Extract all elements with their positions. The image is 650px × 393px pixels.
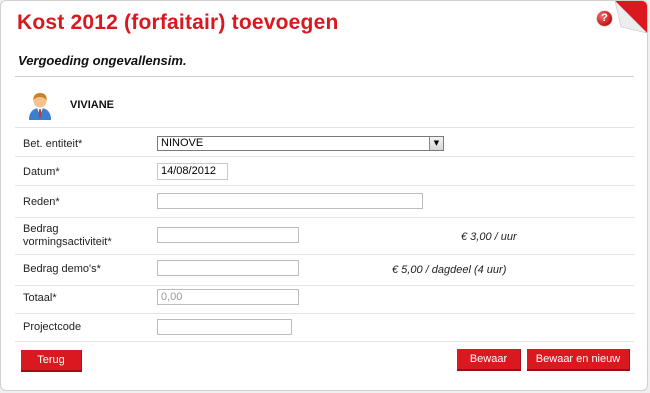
training-label-line2: vormingsactiviteit* bbox=[23, 236, 112, 248]
training-amount-field[interactable] bbox=[157, 227, 299, 243]
user-icon bbox=[29, 93, 51, 120]
entity-label: Bet. entiteit* bbox=[23, 138, 83, 150]
dialog-panel: Kost 2012 (forfaitair) toevoegen ? Vergo… bbox=[0, 0, 648, 391]
total-field[interactable]: 0,00 bbox=[157, 289, 299, 305]
page-subtitle: Vergoeding ongevallensim. bbox=[18, 53, 187, 68]
divider bbox=[15, 217, 634, 218]
save-button[interactable]: Bewaar bbox=[457, 349, 521, 371]
divider bbox=[15, 341, 634, 342]
divider bbox=[15, 127, 634, 128]
demos-rate: € 5,00 / dagdeel (4 uur) bbox=[392, 264, 507, 276]
back-button[interactable]: Terug bbox=[21, 350, 82, 372]
training-label: Bedrag vormingsactiviteit* bbox=[23, 223, 112, 249]
reason-label: Reden* bbox=[23, 196, 60, 208]
demos-amount-field[interactable] bbox=[157, 260, 299, 276]
help-icon[interactable]: ? bbox=[597, 11, 612, 26]
reason-field[interactable] bbox=[157, 193, 423, 209]
entity-select[interactable]: NINOVE ▼ bbox=[157, 136, 444, 151]
user-name: VIVIANE bbox=[70, 99, 115, 111]
divider bbox=[15, 285, 634, 286]
divider bbox=[15, 156, 634, 157]
page-corner-icon bbox=[615, 1, 647, 33]
date-field[interactable]: 14/08/2012 bbox=[157, 163, 228, 180]
project-label: Projectcode bbox=[23, 321, 82, 333]
training-label-line1: Bedrag bbox=[23, 223, 59, 235]
divider bbox=[15, 76, 634, 77]
entity-select-value: NINOVE bbox=[161, 137, 204, 149]
chevron-down-icon[interactable]: ▼ bbox=[429, 137, 443, 150]
training-rate: € 3,00 / uur bbox=[461, 231, 517, 243]
total-label: Totaal* bbox=[23, 292, 57, 304]
divider bbox=[15, 254, 634, 255]
demos-label: Bedrag demo's* bbox=[23, 263, 101, 275]
save-and-new-button[interactable]: Bewaar en nieuw bbox=[527, 349, 630, 371]
project-code-field[interactable] bbox=[157, 319, 292, 335]
date-label: Datum* bbox=[23, 166, 60, 178]
divider bbox=[15, 185, 634, 186]
divider bbox=[15, 313, 634, 314]
page-title: Kost 2012 (forfaitair) toevoegen bbox=[17, 11, 339, 34]
